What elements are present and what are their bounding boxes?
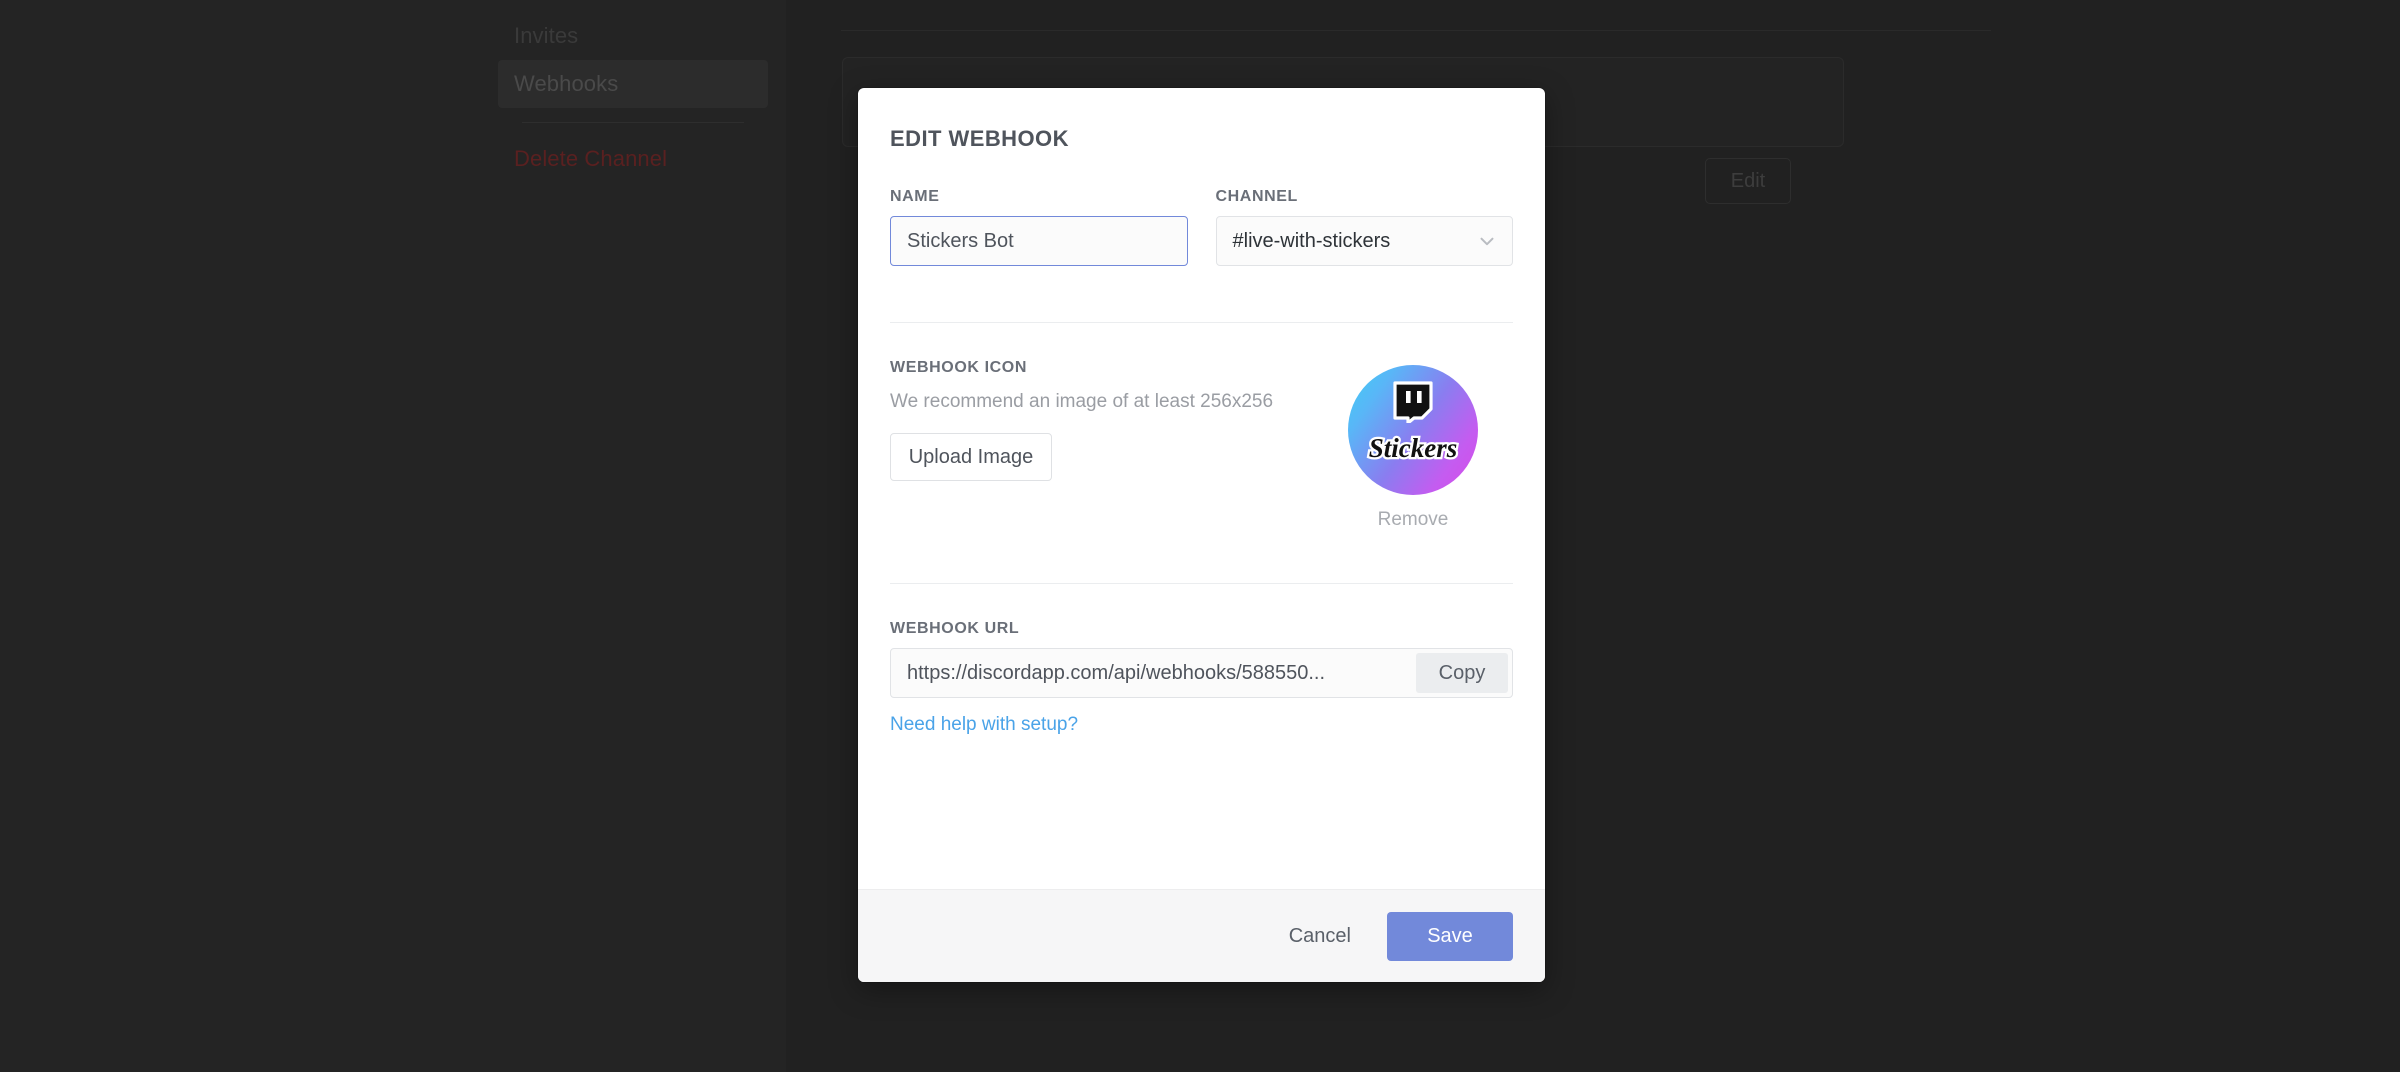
divider-after-fields [890, 322, 1513, 323]
modal-body: EDIT WEBHOOK NAME CHANNEL #live-with-sti… [858, 88, 1545, 889]
setup-help-link[interactable]: Need help with setup? [890, 714, 1078, 736]
webhook-icon-right: Stickers Remove [1313, 359, 1513, 531]
webhook-icon-section: WEBHOOK ICON We recommend an image of at… [890, 359, 1513, 531]
webhook-icon-hint: We recommend an image of at least 256x25… [890, 391, 1274, 412]
remove-avatar-link[interactable]: Remove [1378, 509, 1449, 531]
webhook-name-input[interactable] [890, 216, 1188, 266]
cancel-button[interactable]: Cancel [1275, 913, 1365, 960]
upload-image-button[interactable]: Upload Image [890, 433, 1052, 481]
avatar-word-text: Stickers [1369, 433, 1458, 463]
channel-field-group: CHANNEL #live-with-stickers [1215, 188, 1513, 266]
save-button[interactable]: Save [1387, 911, 1513, 961]
webhook-url-section: WEBHOOK URL https://discordapp.com/api/w… [890, 620, 1513, 736]
modal-footer: Cancel Save [858, 889, 1545, 982]
name-channel-row: NAME CHANNEL #live-with-stickers [890, 188, 1513, 266]
channel-select[interactable]: #live-with-stickers [1215, 216, 1513, 266]
name-field-group: NAME [890, 188, 1188, 266]
webhook-url-field[interactable]: https://discordapp.com/api/webhooks/5885… [890, 648, 1513, 698]
modal-overlay: EDIT WEBHOOK NAME CHANNEL #live-with-sti… [0, 0, 2400, 1072]
webhook-url-value: https://discordapp.com/api/webhooks/5885… [907, 661, 1326, 684]
divider-after-icon [890, 583, 1513, 584]
webhook-url-label: WEBHOOK URL [890, 620, 1020, 637]
webhook-icon-left: WEBHOOK ICON We recommend an image of at… [890, 359, 1313, 531]
channel-select-value: #live-with-stickers [1232, 229, 1391, 252]
copy-url-button[interactable]: Copy [1416, 653, 1508, 693]
chevron-down-icon [1480, 237, 1494, 246]
twitch-glitch-icon [1393, 381, 1433, 423]
edit-webhook-modal: EDIT WEBHOOK NAME CHANNEL #live-with-sti… [858, 88, 1545, 982]
channel-label: CHANNEL [1215, 188, 1298, 205]
modal-title: EDIT WEBHOOK [890, 126, 1069, 151]
webhook-avatar[interactable]: Stickers [1348, 365, 1478, 495]
avatar-wordmark: Stickers [1366, 431, 1459, 466]
name-label: NAME [890, 188, 940, 205]
webhook-icon-label: WEBHOOK ICON [890, 359, 1027, 376]
